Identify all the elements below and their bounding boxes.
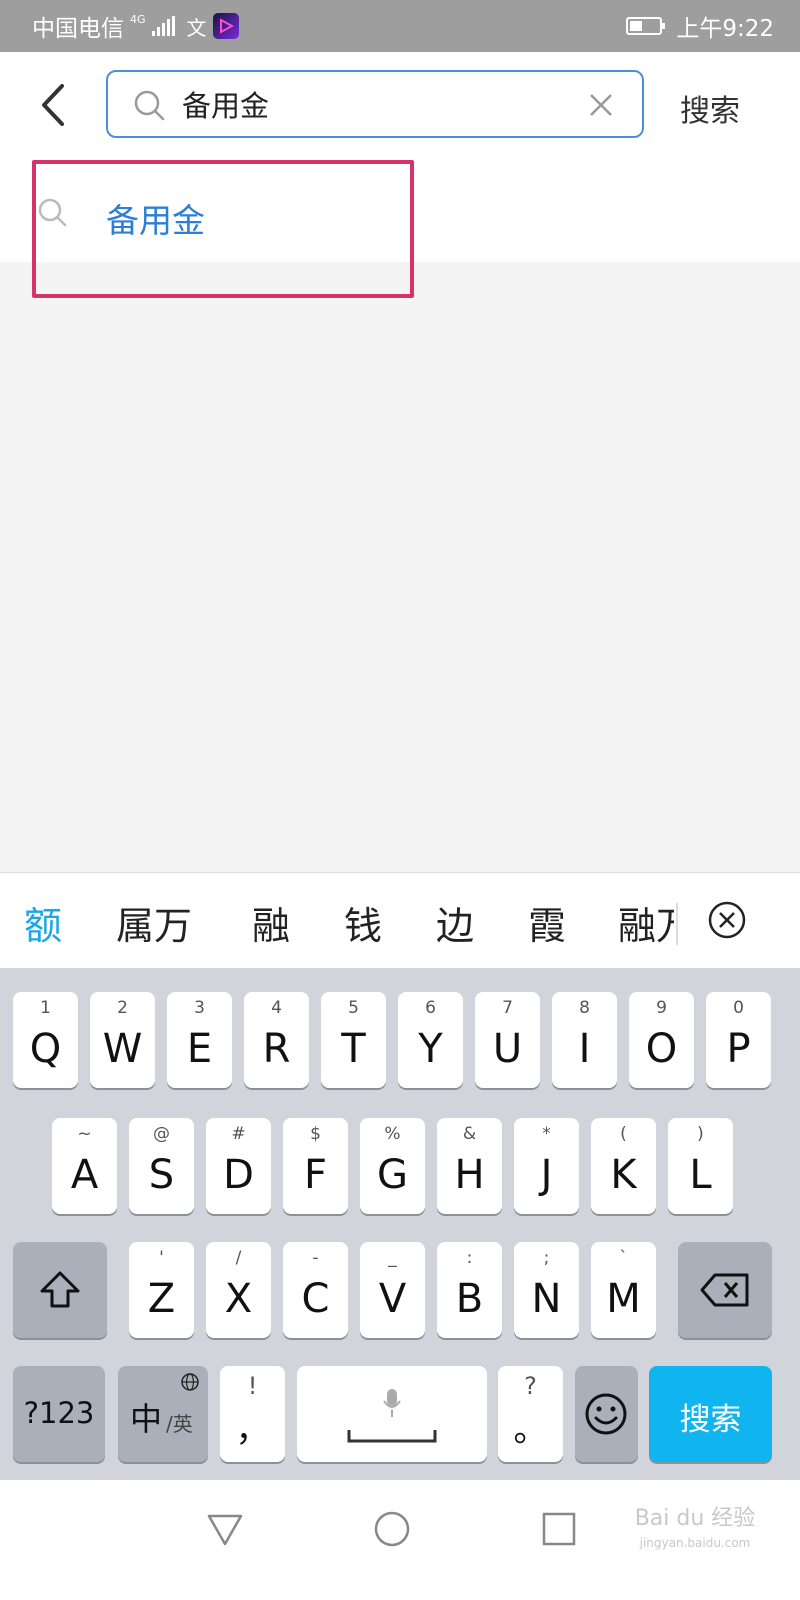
key-u[interactable]: 7U <box>475 992 540 1088</box>
network-type: 4G <box>130 13 146 26</box>
status-right: 上午9:22 <box>626 9 774 43</box>
key-f[interactable]: $ F <box>283 1118 348 1214</box>
watermark-sub: jingyan.baidu.com <box>639 1536 751 1550</box>
back-button[interactable] <box>34 80 74 130</box>
back-triangle-icon[interactable] <box>206 1510 244 1548</box>
key-h[interactable]: & H <box>437 1118 502 1214</box>
key-d[interactable]: # D <box>206 1118 271 1214</box>
candidate-divider <box>676 903 678 945</box>
emoji-icon <box>585 1393 627 1435</box>
clear-icon[interactable] <box>588 92 614 118</box>
status-left: 中国电信 4G 文 <box>32 9 239 43</box>
status-bar: 中国电信 4G 文 上午9:22 <box>0 0 800 52</box>
close-candidates-icon[interactable] <box>707 900 747 940</box>
backspace-icon <box>700 1273 749 1307</box>
key-c[interactable]: -C <box>283 1242 348 1338</box>
key-n[interactable]: ; N <box>514 1242 579 1338</box>
signal-icon <box>151 16 177 36</box>
key-v[interactable]: _ V <box>360 1242 425 1338</box>
recents-square-icon[interactable] <box>540 1510 578 1548</box>
candidate-item[interactable]: 融 <box>252 895 290 950</box>
key-x[interactable]: / X <box>206 1242 271 1338</box>
search-input[interactable] <box>182 82 572 126</box>
emoji-key[interactable] <box>575 1366 638 1462</box>
comma-key[interactable]: ! ， <box>220 1366 285 1462</box>
clock: 上午9:22 <box>676 16 774 42</box>
key-j[interactable]: * J <box>514 1118 579 1214</box>
space-bar-icon <box>347 1430 437 1443</box>
home-circle-icon[interactable] <box>373 1510 411 1548</box>
candidate-item[interactable]: 额 <box>24 895 62 950</box>
battery-icon <box>626 17 666 35</box>
globe-icon <box>181 1373 199 1391</box>
search-button[interactable]: 搜索 <box>680 86 740 130</box>
key-l[interactable]: ) L <box>668 1118 733 1214</box>
candidate-item[interactable]: 边 <box>436 895 474 950</box>
backspace-key[interactable] <box>678 1242 772 1338</box>
key-w[interactable]: 2W <box>90 992 155 1088</box>
candidate-item[interactable]: 霞 <box>528 895 566 950</box>
key-p[interactable]: 0P <box>706 992 771 1088</box>
key-s[interactable]: @ S <box>129 1118 194 1214</box>
search-box[interactable] <box>106 70 644 138</box>
key-t[interactable]: 5T <box>321 992 386 1088</box>
key-e[interactable]: 3E <box>167 992 232 1088</box>
watermark-main: Bai du 经验 <box>634 1506 756 1531</box>
search-icon <box>134 90 165 121</box>
key-m[interactable]: ` M <box>591 1242 656 1338</box>
key-g[interactable]: % G <box>360 1118 425 1214</box>
key-i[interactable]: 8I <box>552 992 617 1088</box>
key-b[interactable]: :B <box>437 1242 502 1338</box>
key-o[interactable]: 9O <box>629 992 694 1088</box>
key-q[interactable]: 1Q <box>13 992 78 1088</box>
candidate-item-partial[interactable]: 融万 <box>618 895 674 950</box>
symbols-key[interactable]: ?123 <box>13 1366 105 1462</box>
language-switch-key[interactable]: 中 /英 <box>118 1366 208 1462</box>
key-k[interactable]: (K <box>591 1118 656 1214</box>
annotation-highlight-box <box>32 160 414 298</box>
shift-key[interactable] <box>13 1242 107 1338</box>
back-arrow-icon <box>42 84 64 126</box>
key-z[interactable]: ' Z <box>129 1242 194 1338</box>
ime-candidate-bar: 额 属万 融 钱 边 霞 融万 <box>0 872 800 969</box>
space-key[interactable] <box>297 1366 487 1462</box>
microphone-icon <box>383 1389 401 1417</box>
soft-keyboard: 1Q 2W 3E 4R 5T 6Y 7U 8I 9O 0P ~ A @ S # D $… <box>0 968 800 1480</box>
carrier-label: 中国电信 <box>32 16 124 42</box>
key-r[interactable]: 4R <box>244 992 309 1088</box>
period-key[interactable]: ? 。 <box>498 1366 563 1462</box>
key-y[interactable]: 6Y <box>398 992 463 1088</box>
video-app-icon <box>212 13 239 39</box>
candidate-item[interactable]: 钱 <box>344 895 382 950</box>
notification-app-icon: 文 <box>186 15 207 40</box>
candidate-item[interactable]: 属万 <box>116 895 192 950</box>
shift-icon <box>40 1271 80 1308</box>
watermark: Bai du 经验 jingyan.baidu.com <box>610 1500 780 1550</box>
key-a[interactable]: ~ A <box>52 1118 117 1214</box>
search-enter-key[interactable]: 搜索 <box>649 1366 772 1462</box>
